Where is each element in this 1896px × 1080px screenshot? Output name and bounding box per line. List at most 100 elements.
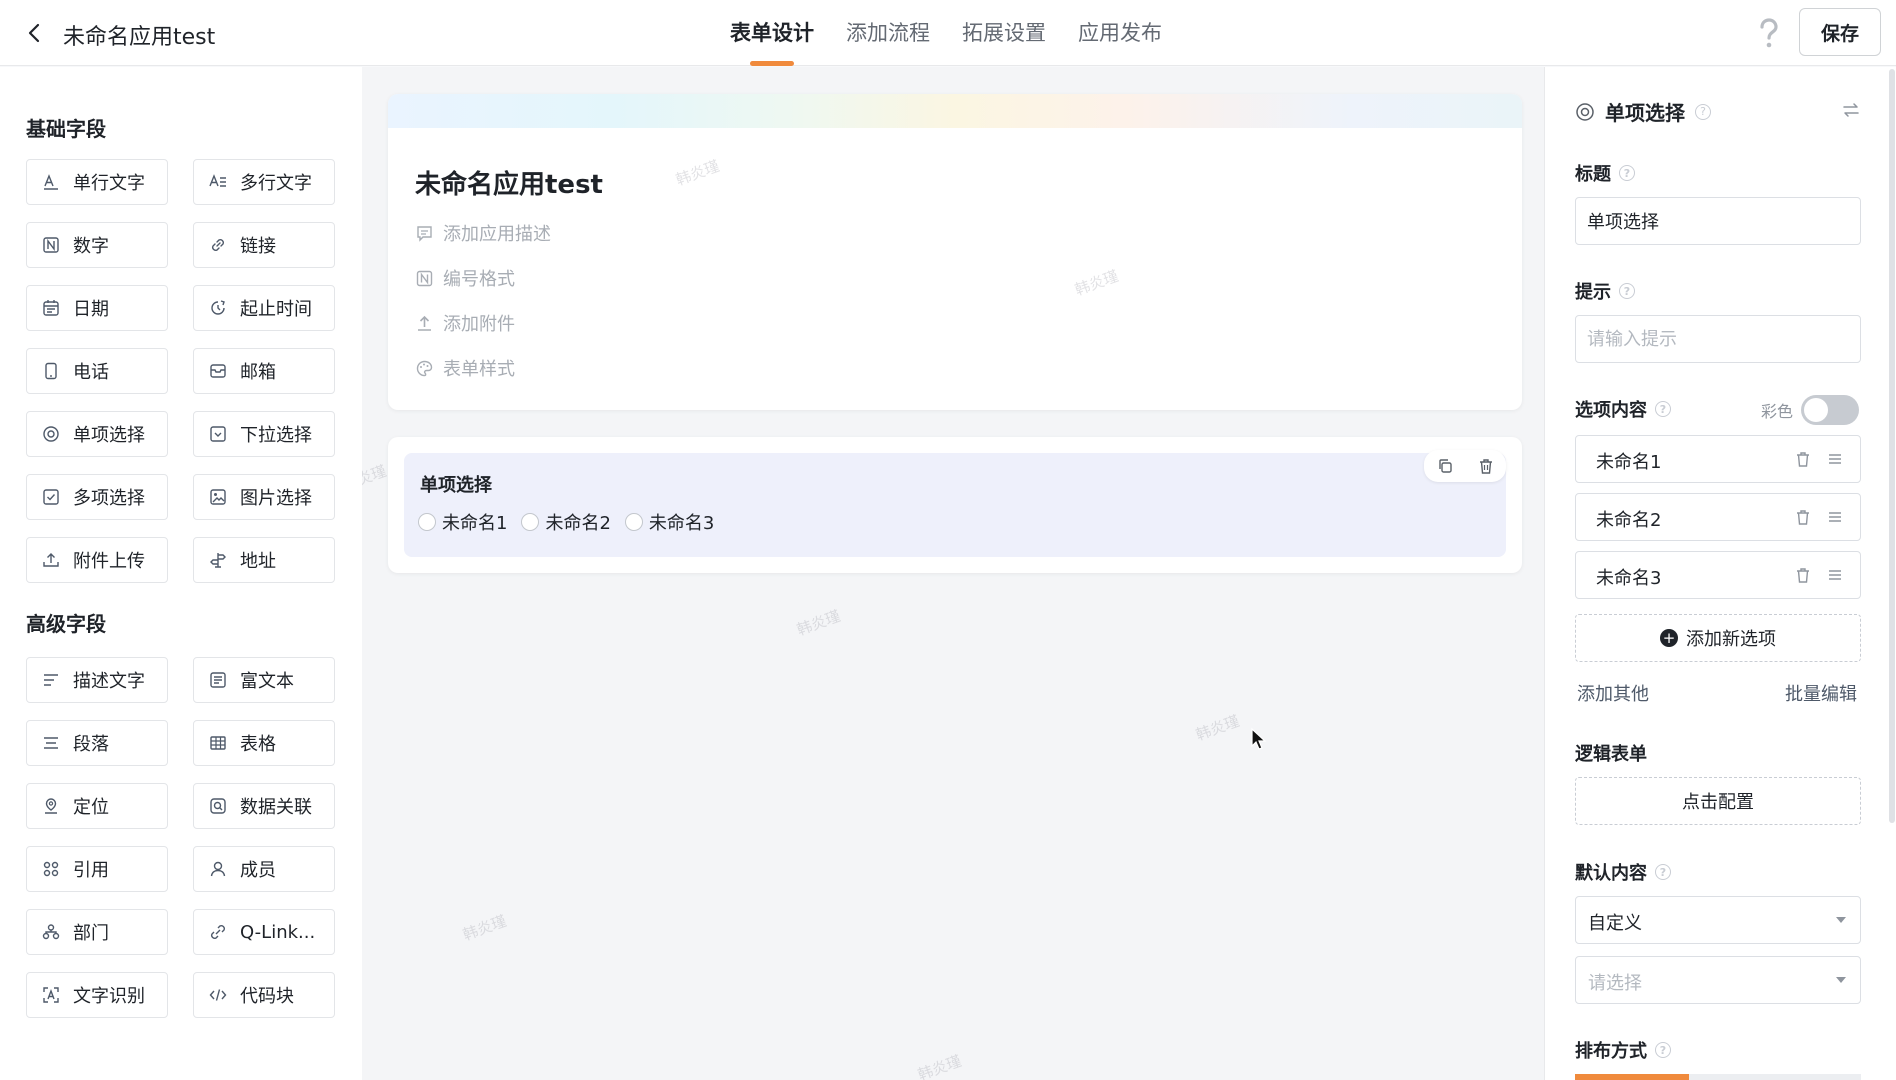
comment-icon xyxy=(416,225,433,242)
field-dropdown-select[interactable]: 下拉选择 xyxy=(193,411,335,457)
help-circle-icon[interactable]: ? xyxy=(1619,283,1635,299)
field-single-line-text[interactable]: 单行文字 xyxy=(26,159,168,205)
field-attachment-upload[interactable]: 附件上传 xyxy=(26,537,168,583)
drag-handle-icon[interactable] xyxy=(1826,450,1844,468)
help-button[interactable] xyxy=(1752,16,1784,50)
radio-option[interactable]: 未命名3 xyxy=(624,509,714,535)
radio-option[interactable]: 未命名1 xyxy=(418,509,507,535)
field-phone[interactable]: 电话 xyxy=(26,348,168,394)
tab-form-design[interactable]: 表单设计 xyxy=(730,0,814,66)
title-input[interactable] xyxy=(1575,197,1861,245)
option-item[interactable]: 未命名3 xyxy=(1575,551,1861,599)
title-label: 标题 ? xyxy=(1575,160,1635,186)
drag-handle-icon[interactable] xyxy=(1826,508,1844,526)
radio-circle[interactable] xyxy=(418,513,436,531)
field-q-link[interactable]: Q-Link... xyxy=(193,909,335,955)
add-description-link[interactable]: 添加应用描述 xyxy=(416,220,551,246)
help-circle-icon[interactable]: ? xyxy=(1655,1042,1671,1058)
selected-field-highlight: 单项选择 未命名1 未命名2 未命名3 xyxy=(404,450,1506,557)
option-item[interactable]: 未命名1 xyxy=(1575,435,1861,483)
mail-icon xyxy=(209,362,227,380)
hint-input[interactable] xyxy=(1575,315,1861,363)
drag-handle-icon[interactable] xyxy=(1826,566,1844,584)
field-reference[interactable]: 引用 xyxy=(26,846,168,892)
field-time-range[interactable]: 起止时间 xyxy=(193,285,335,331)
copy-icon[interactable] xyxy=(1436,457,1454,475)
swap-icon[interactable] xyxy=(1841,100,1861,120)
configure-button[interactable]: 点击配置 xyxy=(1575,777,1861,825)
user-icon xyxy=(209,860,227,878)
field-location[interactable]: 定位 xyxy=(26,783,168,829)
trash-icon[interactable] xyxy=(1794,566,1812,584)
hint-label: 提示 ? xyxy=(1575,278,1635,304)
help-circle-icon[interactable]: ? xyxy=(1655,864,1671,880)
watermark: 韩炎瑾 xyxy=(1193,711,1242,745)
field-label: 单项选择 xyxy=(420,475,492,496)
field-single-select[interactable]: 单项选择 xyxy=(26,411,168,457)
field-rich-text[interactable]: 富文本 xyxy=(193,657,335,703)
single-line-text-icon xyxy=(42,173,60,191)
field-description-text[interactable]: 描述文字 xyxy=(26,657,168,703)
trash-icon[interactable] xyxy=(1794,450,1812,468)
form-title[interactable]: 未命名应用test xyxy=(415,164,603,201)
ocr-icon xyxy=(42,986,60,1004)
watermark: 韩炎瑾 xyxy=(362,461,389,495)
panel-scrollbar[interactable] xyxy=(1889,69,1895,823)
default-type-select[interactable]: 自定义 xyxy=(1575,896,1861,944)
description-icon xyxy=(42,671,60,689)
save-button[interactable]: 保存 xyxy=(1799,8,1881,56)
field-link[interactable]: 链接 xyxy=(193,222,335,268)
qlink-icon xyxy=(209,923,227,941)
app-title: 未命名应用test xyxy=(63,25,216,50)
single-select-field-card[interactable]: 单项选择 未命名1 未命名2 未命名3 xyxy=(388,437,1522,573)
add-other-link[interactable]: 添加其他 xyxy=(1577,680,1649,706)
color-toggle[interactable] xyxy=(1801,395,1860,425)
field-paragraph[interactable]: 段落 xyxy=(26,720,168,766)
tab-add-flow[interactable]: 添加流程 xyxy=(846,0,930,66)
field-ocr[interactable]: 文字识别 xyxy=(26,972,168,1018)
rich-text-icon xyxy=(209,671,227,689)
number-icon xyxy=(42,236,60,254)
batch-edit-link[interactable]: 批量编辑 xyxy=(1785,680,1857,706)
field-toolbar xyxy=(1424,450,1506,482)
top-header: 未命名应用test 表单设计 添加流程 拓展设置 应用发布 保存 xyxy=(0,0,1896,66)
tab-app-publish[interactable]: 应用发布 xyxy=(1078,0,1162,66)
field-mail[interactable]: 邮箱 xyxy=(193,348,335,394)
field-image-select[interactable]: 图片选择 xyxy=(193,474,335,520)
field-address[interactable]: 地址 xyxy=(193,537,335,583)
field-table[interactable]: 表格 xyxy=(193,720,335,766)
upload-icon xyxy=(42,551,60,569)
radio-circle[interactable] xyxy=(521,513,540,531)
field-multi-line-text[interactable]: 多行文字 xyxy=(193,159,335,205)
options-label: 选项内容 ? xyxy=(1575,396,1671,422)
caret-down-icon xyxy=(1836,977,1846,983)
color-toggle-label: 彩色 xyxy=(1761,402,1794,421)
add-attachment-link[interactable]: 添加附件 xyxy=(416,310,515,336)
radio-circle[interactable] xyxy=(624,513,643,531)
advanced-fields-title: 高级字段 xyxy=(26,612,106,636)
logic-form-label: 逻辑表单 xyxy=(1575,744,1647,765)
help-circle-icon[interactable]: ? xyxy=(1695,103,1711,120)
option-item[interactable]: 未命名2 xyxy=(1575,493,1861,541)
field-code-block[interactable]: 代码块 xyxy=(193,972,335,1018)
default-value-select[interactable]: 请选择 xyxy=(1575,956,1861,1004)
radio-icon xyxy=(1576,102,1594,121)
field-multi-select[interactable]: 多项选择 xyxy=(26,474,168,520)
add-option-button[interactable]: + 添加新选项 xyxy=(1575,614,1861,662)
help-circle-icon[interactable]: ? xyxy=(1619,165,1635,181)
back-button[interactable] xyxy=(20,18,50,48)
help-circle-icon[interactable]: ? xyxy=(1655,401,1671,417)
radio-icon xyxy=(42,425,60,443)
number-format-link[interactable]: 编号格式 xyxy=(416,265,515,291)
field-data-association[interactable]: 数据关联 xyxy=(193,783,335,829)
trash-icon[interactable] xyxy=(1794,508,1812,526)
trash-icon[interactable] xyxy=(1477,457,1495,475)
radio-option[interactable]: 未命名2 xyxy=(521,509,611,535)
field-member[interactable]: 成员 xyxy=(193,846,335,892)
field-date[interactable]: 日期 xyxy=(26,285,168,331)
field-department[interactable]: 部门 xyxy=(26,909,168,955)
form-style-link[interactable]: 表单样式 xyxy=(416,355,515,381)
tab-extension-settings[interactable]: 拓展设置 xyxy=(962,0,1046,66)
dropdown-icon xyxy=(209,425,227,443)
field-number[interactable]: 数字 xyxy=(26,222,168,268)
